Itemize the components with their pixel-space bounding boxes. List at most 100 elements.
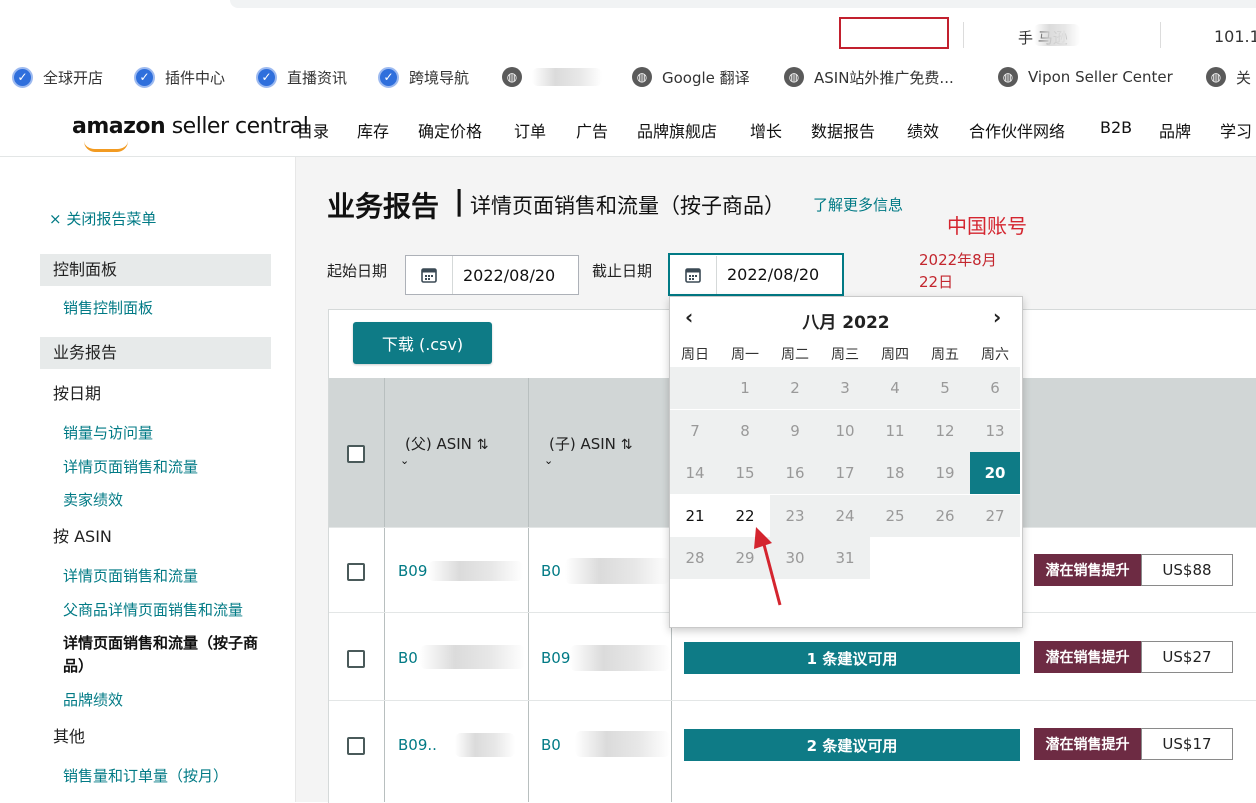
calendar-day[interactable]: 26: [920, 494, 970, 537]
logo-amazon: amazon: [72, 114, 166, 139]
calendar-day[interactable]: 17: [820, 452, 870, 494]
calendar-day[interactable]: 11: [870, 409, 920, 452]
bookmark-item[interactable]: ✓ 插件中心: [134, 60, 225, 94]
row-checkbox[interactable]: [347, 650, 365, 668]
nav-item[interactable]: 目录: [297, 118, 329, 142]
start-date-field[interactable]: 2022/08/20: [405, 255, 579, 295]
calendar-icon[interactable]: [406, 256, 453, 294]
select-all-checkbox[interactable]: [347, 445, 365, 463]
calendar-day[interactable]: 7: [670, 409, 720, 452]
calendar-day[interactable]: 13: [970, 409, 1020, 452]
nav-item[interactable]: 合作伙伴网络: [969, 118, 1065, 142]
bookmark-item[interactable]: ◍ ASIN站外推广免费...: [784, 60, 954, 94]
calendar-day[interactable]: 14: [670, 452, 720, 494]
next-month-button[interactable]: ›: [993, 305, 1001, 329]
close-report-menu[interactable]: × 关闭报告菜单: [49, 208, 156, 229]
calendar-day[interactable]: 8: [720, 409, 770, 452]
calendar-day[interactable]: 27: [970, 494, 1020, 537]
chevron-down-icon[interactable]: ⌄: [400, 454, 409, 467]
nav-item[interactable]: 增长: [750, 118, 782, 142]
bookmark-item[interactable]: ◍ 关: [1206, 60, 1251, 94]
calendar-day[interactable]: 19: [920, 452, 970, 494]
sidebar-link[interactable]: 销售量和订单量（按月）: [63, 765, 228, 786]
amazon-logo[interactable]: amazon seller central: [72, 114, 309, 152]
bookmark-item[interactable]: ◍ Vipon Seller Center: [998, 60, 1173, 94]
annotation-account: 中国账号: [947, 214, 1027, 238]
sidebar-link[interactable]: 卖家绩效: [63, 489, 123, 510]
row-checkbox[interactable]: [347, 563, 365, 581]
parent-asin-link[interactable]: B0: [398, 649, 418, 667]
nav-item[interactable]: 广告: [576, 118, 608, 142]
sort-icon[interactable]: ⇅: [621, 437, 633, 453]
nav-item[interactable]: 绩效: [907, 118, 939, 142]
calendar-day[interactable]: 28: [670, 537, 720, 579]
start-date-value: 2022/08/20: [463, 265, 556, 285]
calendar-day[interactable]: 24: [820, 494, 870, 537]
nav-item[interactable]: B2B: [1100, 118, 1132, 137]
calendar-day[interactable]: 1: [720, 367, 770, 409]
calendar-icon[interactable]: [670, 255, 717, 294]
calendar-day[interactable]: 9: [770, 409, 820, 452]
sidebar-link[interactable]: 详情页面销售和流量: [63, 456, 198, 477]
child-asin-link[interactable]: B0: [541, 562, 561, 580]
sidebar-link[interactable]: 销量与访问量: [63, 422, 153, 443]
sidebar-link[interactable]: 父商品详情页面销售和流量: [63, 599, 243, 620]
row-checkbox[interactable]: [347, 737, 365, 755]
weekday-label: 周三: [831, 347, 859, 363]
chevron-down-icon[interactable]: ⌄: [544, 454, 553, 467]
calendar-day[interactable]: 20: [970, 452, 1020, 494]
suggestions-button[interactable]: 1 条建议可用: [684, 642, 1020, 674]
blur-mask: [1034, 24, 1080, 46]
sales-boost-badge: 潜在销售提升 US$17: [1034, 728, 1233, 760]
sidebar-link-sales-dashboard[interactable]: 销售控制面板: [63, 297, 153, 318]
calendar-grid: 1 2 3 4 5 6 7 8 9 10 11 12 13 14 15 16 17 18 19 20 21 22 23 24 2…: [670, 367, 1022, 579]
parent-asin-link[interactable]: B09: [398, 562, 427, 580]
suggestions-button[interactable]: 2 条建议可用: [684, 729, 1020, 761]
col-header-parent-asin[interactable]: (父) ASIN ⇅: [405, 433, 488, 454]
logo-seller-central: seller central: [171, 114, 309, 139]
calendar-day[interactable]: 21: [670, 494, 720, 537]
sidebar-link-brand-performance[interactable]: 品牌绩效: [63, 689, 123, 710]
calendar-day[interactable]: 25: [870, 494, 920, 537]
nav-item[interactable]: 品牌: [1159, 118, 1191, 142]
bookmark-item[interactable]: ✓ 直播资讯: [256, 60, 347, 94]
bookmark-item[interactable]: ◍ Google 翻译: [632, 60, 750, 94]
child-asin-link[interactable]: B09: [541, 649, 570, 667]
calendar-day[interactable]: 3: [820, 367, 870, 409]
parent-asin-link[interactable]: B09..: [398, 736, 437, 754]
calendar-day[interactable]: 10: [820, 409, 870, 452]
sort-icon[interactable]: ⇅: [477, 437, 489, 453]
nav-item[interactable]: 订单: [514, 118, 546, 142]
nav-item[interactable]: 库存: [357, 118, 389, 142]
calendar-day[interactable]: 12: [920, 409, 970, 452]
calendar-day[interactable]: 5: [920, 367, 970, 409]
calendar-day[interactable]: 16: [770, 452, 820, 494]
sidebar-link-current[interactable]: 详情页面销售和流量（按子商品）: [63, 632, 273, 678]
nav-item[interactable]: 数据报告: [811, 118, 875, 142]
nav-item[interactable]: 品牌旗舰店: [637, 118, 717, 142]
calendar-day[interactable]: 18: [870, 452, 920, 494]
child-asin-link[interactable]: B0: [541, 736, 561, 754]
calendar-day[interactable]: 31: [820, 537, 870, 579]
blur-mask: [428, 561, 523, 581]
calendar-day[interactable]: 15: [720, 452, 770, 494]
download-csv-button[interactable]: 下载 (.csv): [353, 322, 492, 364]
bookmark-item[interactable]: ✓ 全球开店: [12, 60, 103, 94]
nav-item[interactable]: 学习: [1220, 118, 1252, 142]
end-date-value: 2022/08/20: [727, 265, 820, 284]
bookmark-label: 跨境导航: [409, 68, 470, 87]
learn-more-link[interactable]: 了解更多信息: [813, 194, 903, 215]
end-date-field[interactable]: 2022/08/20: [668, 253, 844, 296]
blur-mask: [565, 558, 670, 584]
bookmark-item[interactable]: ◍: [502, 60, 602, 94]
calendar-day[interactable]: 2: [770, 367, 820, 409]
calendar-day[interactable]: 6: [970, 367, 1020, 409]
bookmark-item[interactable]: ✓ 跨境导航: [378, 60, 469, 94]
sidebar-link[interactable]: 详情页面销售和流量: [63, 565, 198, 586]
calendar-day[interactable]: 4: [870, 367, 920, 409]
nav-item[interactable]: 确定价格: [418, 118, 482, 142]
boost-value: US$88: [1141, 554, 1233, 586]
top-number: 101.1: [1214, 27, 1256, 46]
col-header-child-asin[interactable]: (子) ASIN ⇅: [549, 433, 632, 454]
globe-icon: ◍: [998, 67, 1018, 87]
